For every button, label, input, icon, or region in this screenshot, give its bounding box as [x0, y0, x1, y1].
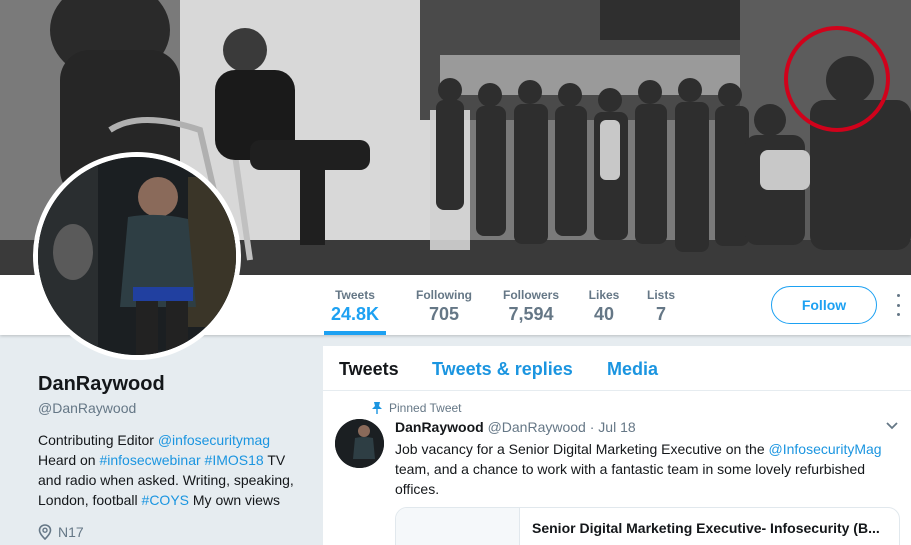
profile-location: N17	[38, 524, 84, 540]
tweet-header: DanRaywood @DanRaywood · Jul 18	[395, 419, 636, 435]
bio-text: TV	[263, 452, 286, 468]
stat-tweets[interactable]: Tweets 24.8K	[324, 275, 386, 335]
stat-following-label: Following	[416, 288, 472, 302]
tab-tweets-replies[interactable]: Tweets & replies	[432, 359, 573, 380]
avatar-image	[38, 157, 236, 355]
bio-text: My own views	[189, 492, 281, 508]
stat-following[interactable]: Following 705	[412, 275, 476, 335]
stat-followers-value: 7,594	[508, 304, 554, 324]
bio-mention-link[interactable]: @infosecuritymag	[158, 432, 270, 448]
more-vertical-icon[interactable]	[893, 294, 903, 316]
stat-lists[interactable]: Lists 7	[645, 275, 677, 335]
stat-followers-label: Followers	[502, 288, 559, 302]
tweet-mention-link[interactable]: @InfosecurityMag	[769, 441, 882, 457]
pinned-label: Pinned Tweet	[389, 401, 462, 415]
stat-likes-label: Likes	[588, 288, 620, 302]
stat-likes-value: 40	[593, 304, 615, 324]
stat-likes[interactable]: Likes 40	[586, 275, 622, 335]
tweet-item[interactable]: Pinned Tweet DanRaywood @DanRaywood · Ju…	[323, 391, 911, 545]
location-text: N17	[58, 524, 84, 540]
bio-text: and radio when asked. Writing, speaking,	[38, 472, 294, 488]
chevron-down-icon[interactable]	[885, 421, 899, 431]
tweet-text-part: team, and a chance to work with a fantas…	[395, 461, 866, 497]
stat-followers[interactable]: Followers 7,594	[500, 275, 562, 335]
stat-tweets-label: Tweets	[335, 288, 375, 302]
tab-media[interactable]: Media	[607, 359, 658, 380]
bio-text: London, football	[38, 492, 142, 508]
profile-name[interactable]: DanRaywood	[38, 373, 165, 396]
stat-tweets-value: 24.8K	[330, 304, 380, 324]
location-pin-icon	[38, 524, 52, 540]
bio-hashtag-link[interactable]: #COYS	[142, 492, 189, 508]
profile-handle[interactable]: @DanRaywood	[38, 400, 136, 416]
timeline: Tweets Tweets & replies Media Pinned Twe…	[323, 346, 911, 545]
tweet-author-avatar[interactable]	[335, 419, 384, 468]
bio-hashtag-link[interactable]: #infosecwebinar	[99, 452, 200, 468]
tab-tweets[interactable]: Tweets	[339, 359, 399, 380]
stat-lists-value: 7	[655, 304, 666, 324]
card-thumbnail	[396, 508, 520, 545]
stat-lists-label: Lists	[646, 288, 675, 302]
link-preview-card[interactable]: Senior Digital Marketing Executive- Info…	[395, 507, 900, 545]
tweet-handle-date[interactable]: @DanRaywood · Jul 18	[488, 419, 636, 435]
profile-avatar[interactable]	[33, 152, 241, 360]
timeline-tabs: Tweets Tweets & replies Media	[323, 346, 911, 391]
tweet-text: Job vacancy for a Senior Digital Marketi…	[395, 439, 895, 499]
card-title: Senior Digital Marketing Executive- Info…	[532, 520, 880, 536]
tweet-text-part: Job vacancy for a Senior Digital Marketi…	[395, 441, 769, 457]
stat-following-value: 705	[428, 304, 460, 324]
bio-text: Contributing Editor	[38, 432, 158, 448]
pin-icon	[372, 402, 382, 414]
pinned-indicator: Pinned Tweet	[371, 401, 462, 415]
bio-hashtag-link[interactable]: #IMOS18	[205, 452, 264, 468]
follow-button[interactable]: Follow	[771, 286, 877, 324]
bio-text: Heard on	[38, 452, 100, 468]
profile-bio: Contributing Editor @infosecuritymag Hea…	[38, 430, 313, 510]
tweet-author-name[interactable]: DanRaywood	[395, 419, 484, 435]
tweet-avatar-image	[335, 419, 384, 468]
